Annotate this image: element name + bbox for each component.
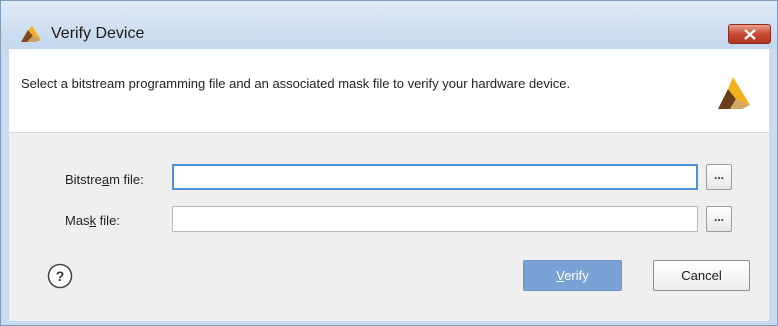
bitstream-file-input[interactable] [172, 164, 698, 190]
cancel-button[interactable]: Cancel [653, 260, 750, 291]
mask-browse-button[interactable]: ... [706, 206, 732, 232]
close-button[interactable] [728, 24, 771, 44]
help-icon[interactable]: ? [47, 263, 73, 289]
verify-device-dialog: Verify Device Select a bitstream program… [0, 0, 778, 326]
mask-file-label: Mask file: [65, 213, 120, 228]
bitstream-file-label: Bitstream file: [65, 172, 144, 187]
xilinx-logo-icon [21, 26, 41, 42]
close-icon [744, 29, 756, 40]
verify-button[interactable]: Verify [523, 260, 622, 291]
dialog-description: Select a bitstream programming file and … [21, 76, 571, 91]
xilinx-logo-icon [718, 77, 750, 109]
title-bar[interactable]: Verify Device [1, 1, 777, 49]
window-title: Verify Device [51, 25, 145, 42]
dialog-header: Select a bitstream programming file and … [9, 49, 769, 133]
mask-file-input[interactable] [172, 206, 698, 232]
svg-text:?: ? [56, 268, 65, 284]
bitstream-browse-button[interactable]: ... [706, 164, 732, 190]
dialog-body: Select a bitstream programming file and … [9, 49, 769, 321]
